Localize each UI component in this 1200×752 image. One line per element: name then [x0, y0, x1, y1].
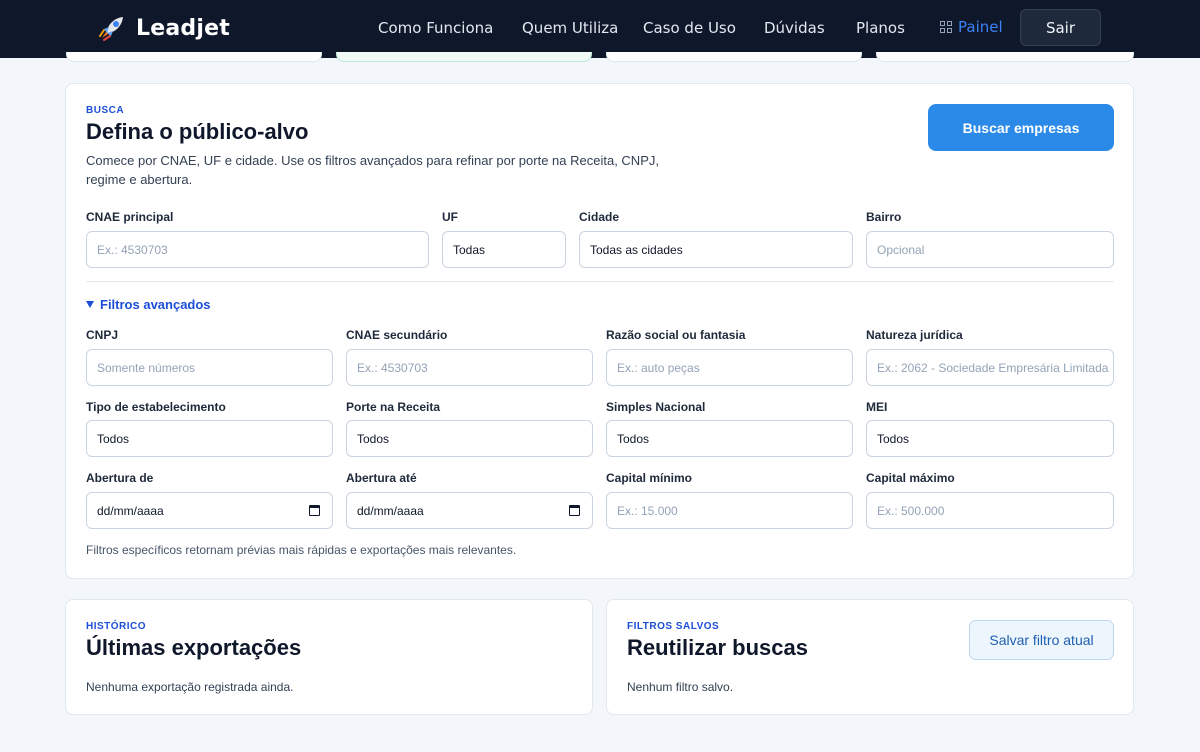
grid-icon	[940, 21, 952, 33]
search-companies-button[interactable]: Buscar empresas	[928, 104, 1114, 151]
opening-to-date[interactable]: dd/mm/aaaa	[346, 492, 593, 529]
capital-max-input[interactable]: Ex.: 500.000	[866, 492, 1114, 529]
cnpj-label: CNPJ	[86, 328, 119, 342]
nav-duvidas[interactable]: Dúvidas	[764, 19, 825, 37]
section-divider	[86, 281, 1114, 282]
brand-logo[interactable]: Leadjet	[96, 12, 230, 44]
nav-quem-utiliza[interactable]: Quem Utiliza	[522, 19, 618, 37]
saved-title: Reutilizar buscas	[627, 635, 808, 660]
save-current-filter-button[interactable]: Salvar filtro atual	[969, 620, 1114, 660]
rocket-icon	[99, 17, 123, 41]
city-label: Cidade	[579, 210, 620, 224]
stat-card-peek	[336, 52, 592, 62]
establishment-type-label: Tipo de estabelecimento	[86, 400, 226, 414]
opening-from-label: Abertura de	[86, 471, 154, 485]
simples-label: Simples Nacional	[606, 400, 706, 414]
stat-card-peek	[876, 52, 1134, 62]
cnae-secondary-label: CNAE secundário	[346, 328, 448, 342]
stat-card-peek	[66, 52, 322, 62]
history-eyebrow: HISTÓRICO	[86, 621, 147, 632]
calendar-icon[interactable]	[309, 505, 320, 516]
mei-label: MEI	[866, 400, 888, 414]
filters-hint: Filtros específicos retornam prévias mai…	[86, 543, 517, 557]
uf-select[interactable]: Todas	[442, 231, 566, 268]
mei-select[interactable]: Todos	[866, 420, 1114, 457]
opening-to-label: Abertura até	[346, 471, 417, 485]
establishment-type-select[interactable]: Todos	[86, 420, 333, 457]
capital-min-label: Capital mínimo	[606, 471, 693, 485]
capital-max-label: Capital máximo	[866, 471, 955, 485]
stat-card-peek	[606, 52, 862, 62]
company-name-input[interactable]: Ex.: auto peças	[606, 349, 853, 386]
opening-to-value: dd/mm/aaaa	[357, 503, 424, 518]
legal-nature-label: Natureza jurídica	[866, 328, 963, 342]
cnae-input[interactable]: Ex.: 4530703	[86, 231, 429, 268]
nav-caso-de-uso[interactable]: Caso de Uso	[643, 19, 736, 37]
advanced-filters-toggle[interactable]: Filtros avançados	[86, 297, 211, 312]
top-navbar: Leadjet Como Funciona Quem Utiliza Caso …	[0, 0, 1200, 58]
company-size-select[interactable]: Todos	[346, 420, 593, 457]
opening-from-value: dd/mm/aaaa	[97, 503, 164, 518]
advanced-filters-label: Filtros avançados	[100, 297, 211, 312]
neighborhood-label: Bairro	[866, 210, 902, 224]
panel-link[interactable]: Painel	[940, 18, 1003, 36]
company-size-label: Porte na Receita	[346, 400, 441, 414]
history-empty-text: Nenhuma exportação registrada ainda.	[86, 680, 294, 694]
legal-nature-input[interactable]: Ex.: 2062 - Sociedade Empresária Limitad…	[866, 349, 1114, 386]
cnae-label: CNAE principal	[86, 210, 174, 224]
search-title: Defina o público-alvo	[86, 119, 309, 144]
logout-button[interactable]: Sair	[1020, 9, 1101, 46]
panel-label: Painel	[958, 18, 1003, 36]
cnae-secondary-input[interactable]: Ex.: 4530703	[346, 349, 593, 386]
brand-name: Leadjet	[136, 15, 230, 41]
history-card: HISTÓRICO Últimas exportações Nenhuma ex…	[65, 599, 593, 715]
history-title: Últimas exportações	[86, 635, 302, 660]
opening-from-date[interactable]: dd/mm/aaaa	[86, 492, 333, 529]
nav-como-funciona[interactable]: Como Funciona	[378, 19, 493, 37]
saved-filters-card: FILTROS SALVOS Reutilizar buscas Salvar …	[606, 599, 1134, 715]
saved-eyebrow: FILTROS SALVOS	[627, 621, 720, 632]
saved-empty-text: Nenhum filtro salvo.	[627, 680, 734, 694]
search-description: Comece por CNAE, UF e cidade. Use os fil…	[86, 153, 659, 187]
search-eyebrow: BUSCA	[86, 105, 125, 116]
city-select[interactable]: Todas as cidades	[579, 231, 853, 268]
simples-select[interactable]: Todos	[606, 420, 853, 457]
neighborhood-input[interactable]: Opcional	[866, 231, 1114, 268]
caret-down-icon	[86, 301, 94, 308]
company-name-label: Razão social ou fantasia	[606, 328, 746, 342]
capital-min-input[interactable]: Ex.: 15.000	[606, 492, 853, 529]
uf-label: UF	[442, 210, 458, 224]
calendar-icon[interactable]	[569, 505, 580, 516]
cnpj-input[interactable]: Somente números	[86, 349, 333, 386]
nav-planos[interactable]: Planos	[856, 19, 905, 37]
search-card: BUSCA Defina o público-alvo Comece por C…	[65, 83, 1134, 579]
